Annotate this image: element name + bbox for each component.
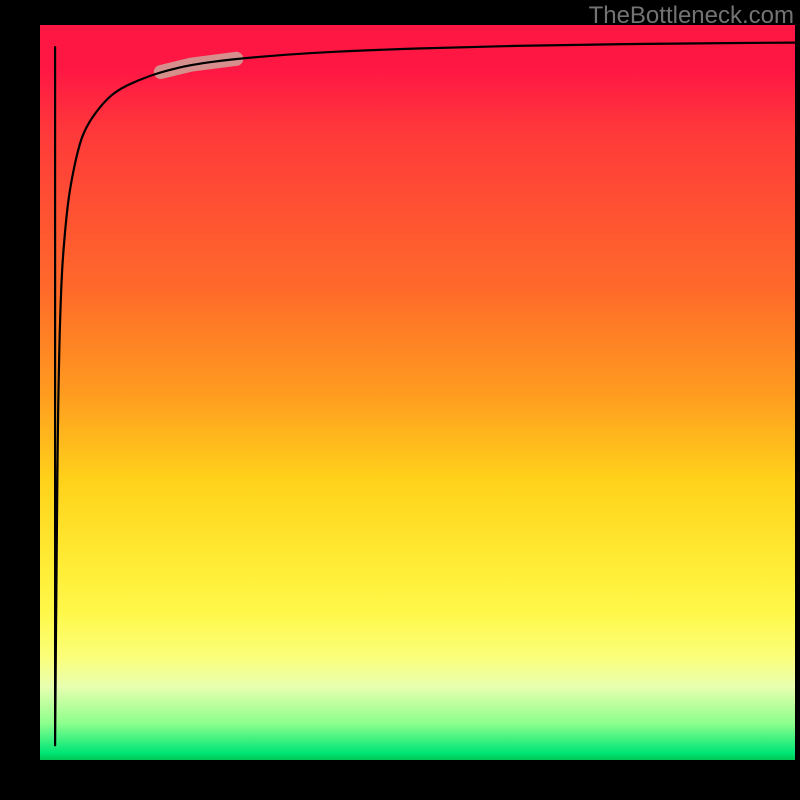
bottleneck-curve [55, 43, 795, 746]
plot-area [40, 25, 795, 760]
chart-frame: TheBottleneck.com [0, 0, 800, 800]
attribution-watermark: TheBottleneck.com [589, 2, 794, 30]
curve-layer [40, 25, 795, 760]
